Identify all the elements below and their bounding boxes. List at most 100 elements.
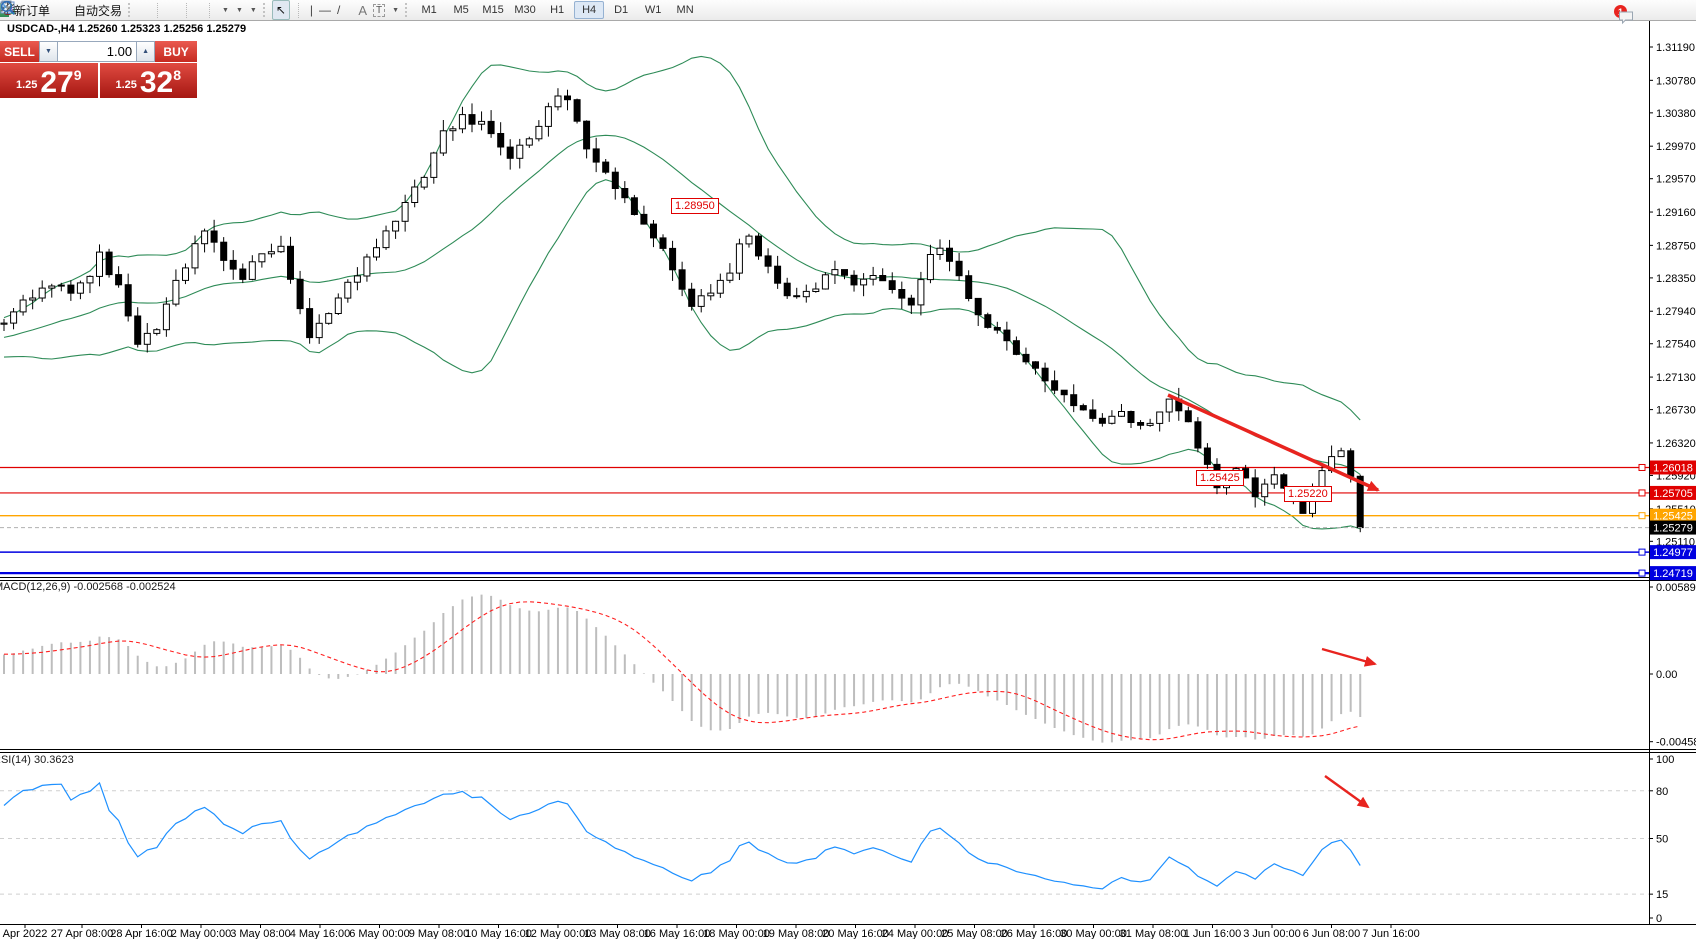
toolbar-separator xyxy=(209,3,216,18)
svg-text:1.27540: 1.27540 xyxy=(1656,339,1696,351)
svg-text:13 May 08:00: 13 May 08:00 xyxy=(584,928,651,939)
svg-text:100: 100 xyxy=(1656,754,1674,766)
timeframe-button-H4[interactable]: H4 xyxy=(574,1,604,19)
svg-text:1.25705: 1.25705 xyxy=(1653,488,1693,500)
svg-text:28 Apr 16:00: 28 Apr 16:00 xyxy=(110,928,172,939)
buy-price-display[interactable]: 1.25 32 8 xyxy=(100,63,198,98)
chevron-down-icon: ▼ xyxy=(250,7,257,14)
cursor-button[interactable]: ↖ xyxy=(272,0,290,20)
timeframe-button-H1[interactable]: H1 xyxy=(542,1,572,19)
svg-text:-0.004586: -0.004586 xyxy=(1656,737,1696,749)
text-label-button[interactable]: T xyxy=(370,1,388,19)
timeframe-button-W1[interactable]: W1 xyxy=(638,1,668,19)
macd-panel xyxy=(4,595,1360,743)
new-order-button[interactable]: 新订单 xyxy=(11,1,53,19)
svg-text:4 May 16:00: 4 May 16:00 xyxy=(290,928,351,939)
timeframe-button-M5[interactable]: M5 xyxy=(446,1,476,19)
search-icon[interactable] xyxy=(0,0,16,16)
text-button[interactable]: A xyxy=(355,1,370,19)
hline-handle[interactable] xyxy=(1639,549,1645,555)
lot-decrease-button[interactable]: ▼ xyxy=(39,41,58,62)
sell-price-sup: 9 xyxy=(74,67,82,83)
timeframe-button-D1[interactable]: D1 xyxy=(606,1,636,19)
lot-increase-button[interactable]: ▲ xyxy=(136,41,155,62)
chart-title: USDCAD-,H4 1.25260 1.25323 1.25256 1.252… xyxy=(7,23,246,35)
red-arrow-2[interactable] xyxy=(1322,649,1375,664)
macd-indicator-label: MACD(12,26,9) -0.002568 -0.002524 xyxy=(0,581,176,593)
svg-text:1.29160: 1.29160 xyxy=(1656,207,1696,219)
chart-canvas[interactable]: 1.311901.307801.303801.299701.295701.291… xyxy=(0,0,1696,939)
price-callout-1.28950[interactable]: 1.28950 xyxy=(671,198,719,214)
autotrade-button[interactable]: 自动交易 xyxy=(71,1,125,19)
svg-text:1.30380: 1.30380 xyxy=(1656,108,1696,120)
horizontal-lines[interactable] xyxy=(0,464,1649,576)
timeframe-button-M30[interactable]: M30 xyxy=(510,1,540,19)
svg-text:3 May 08:00: 3 May 08:00 xyxy=(230,928,291,939)
macd-signal-line xyxy=(4,602,1360,740)
hline-handle[interactable] xyxy=(1639,570,1645,576)
svg-text:19 May 08:00: 19 May 08:00 xyxy=(763,928,830,939)
toolbar-separator xyxy=(157,3,164,18)
svg-text:0.00: 0.00 xyxy=(1656,669,1677,681)
chat-bubble-icon xyxy=(1618,10,1635,25)
price-callout-1.25425[interactable]: 1.25425 xyxy=(1196,470,1244,486)
svg-text:1.24719: 1.24719 xyxy=(1653,568,1693,580)
price-callout-1.25220[interactable]: 1.25220 xyxy=(1284,486,1332,502)
sell-price-display[interactable]: 1.25 27 9 xyxy=(0,63,98,98)
svg-text:1.29970: 1.29970 xyxy=(1656,141,1696,153)
timeframe-button-MN[interactable]: MN xyxy=(670,1,700,19)
hline-handle[interactable] xyxy=(1639,490,1645,496)
line-chart-button[interactable] xyxy=(149,1,155,19)
svg-text:7 Jun 16:00: 7 Jun 16:00 xyxy=(1362,928,1420,939)
buy-button[interactable]: BUY xyxy=(155,41,197,62)
toolbar-grip xyxy=(405,3,411,17)
sell-price-big: 27 xyxy=(40,70,73,95)
chevron-down-icon: ▼ xyxy=(222,7,229,14)
auto-scroll-button[interactable] xyxy=(201,1,207,19)
hline-handle[interactable] xyxy=(1639,513,1645,519)
svg-text:20 May 16:00: 20 May 16:00 xyxy=(822,928,889,939)
trend-line-button[interactable]: / xyxy=(334,1,343,19)
cursor-arrow-icon: ↖ xyxy=(276,3,286,17)
text-icon: A xyxy=(358,3,367,18)
hline-handle[interactable] xyxy=(1639,464,1645,470)
trend-line-icon: / xyxy=(337,3,340,17)
svg-text:31 May 08:00: 31 May 08:00 xyxy=(1120,928,1187,939)
svg-text:6 Jun 08:00: 6 Jun 08:00 xyxy=(1303,928,1361,939)
timeframe-button-M1[interactable]: M1 xyxy=(414,1,444,19)
svg-text:27 Apr 08:00: 27 Apr 08:00 xyxy=(51,928,113,939)
text-label-icon: T xyxy=(373,4,385,17)
price-axis: 1.311901.307801.303801.299701.295701.291… xyxy=(1649,42,1696,580)
templates-button[interactable]: ▼ xyxy=(246,1,260,19)
svg-text:1.27130: 1.27130 xyxy=(1656,372,1696,384)
macd-axis: 0.005895 0.00 -0.004586 xyxy=(1649,582,1696,749)
rsi-indicator-label: RSI(14) 30.3623 xyxy=(0,754,74,766)
svg-text:1.28750: 1.28750 xyxy=(1656,240,1696,252)
trend-arrows[interactable] xyxy=(1168,395,1378,807)
toolbar-separator xyxy=(186,3,193,18)
red-arrow-3[interactable] xyxy=(1325,776,1368,807)
svg-text:0.005895: 0.005895 xyxy=(1656,582,1696,594)
chevron-down-icon: ▼ xyxy=(236,7,243,14)
chevron-down-icon: ▼ xyxy=(392,7,399,14)
svg-text:1.29570: 1.29570 xyxy=(1656,174,1696,186)
svg-text:1.24977: 1.24977 xyxy=(1653,547,1693,559)
svg-text:15: 15 xyxy=(1656,889,1668,901)
svg-text:1.30780: 1.30780 xyxy=(1656,75,1696,87)
new-chart-button[interactable]: ▼ xyxy=(218,1,232,19)
one-click-trading-panel: SELL ▼ ▲ BUY 1.25 27 9 1.25 32 8 xyxy=(0,41,197,98)
svg-text:1.27940: 1.27940 xyxy=(1656,306,1696,318)
tile-windows-button[interactable] xyxy=(178,1,184,19)
horizontal-line-button[interactable]: — xyxy=(316,1,334,19)
svg-text:0: 0 xyxy=(1656,913,1662,925)
main-toolbar: 新订单 自动交易 ▼ ▼ xyxy=(0,0,1696,21)
crosshair-button[interactable] xyxy=(290,1,296,19)
lot-size-input[interactable] xyxy=(58,41,136,62)
periods-button[interactable]: ▼ xyxy=(232,1,246,19)
timeframe-button-M15[interactable]: M15 xyxy=(478,1,508,19)
candles xyxy=(1,88,1363,532)
sell-button[interactable]: SELL xyxy=(0,41,39,62)
arrows-button[interactable]: ▼ xyxy=(388,1,402,19)
vertical-line-button[interactable]: | xyxy=(307,1,316,19)
svg-text:6 May 00:00: 6 May 00:00 xyxy=(349,928,410,939)
